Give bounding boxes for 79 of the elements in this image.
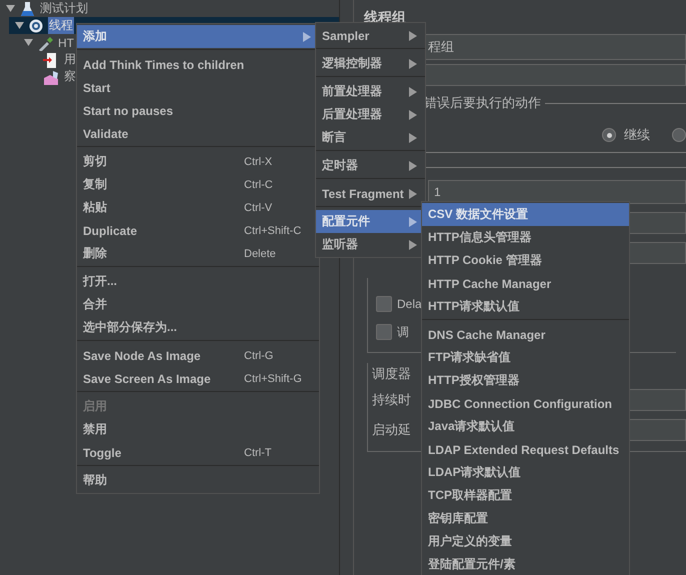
menu-item[interactable]: 密钥库配置 (422, 507, 629, 530)
shortcut-text: Ctrl-V (244, 202, 272, 214)
menu-item[interactable]: 剪切 Ctrl-X (77, 150, 319, 173)
menu-item[interactable]: 打开... (77, 270, 319, 293)
checkbox[interactable] (376, 296, 392, 312)
submenu-arrow-icon (409, 240, 417, 250)
menu-item[interactable]: CSV 数据文件设置 (422, 203, 629, 226)
group-title: 调度器 (372, 365, 411, 383)
menu-item[interactable]: FTP请求缺省值 (422, 346, 629, 369)
menu-item[interactable]: TCP取样器配置 (422, 484, 629, 507)
menu-item[interactable]: 粘贴 Ctrl-V (77, 196, 319, 219)
flask-icon (19, 0, 35, 16)
menu-item[interactable]: HTTP授权管理器 (422, 369, 629, 392)
menu-item[interactable]: 删除 Delete (77, 242, 319, 265)
menu-item[interactable]: HTTP Cache Manager (422, 272, 629, 295)
shortcut-text: Ctrl-X (244, 156, 272, 168)
tree-item[interactable]: HT (57, 36, 75, 50)
submenu-arrow-icon (409, 86, 417, 96)
menu-item[interactable]: LDAP Extended Request Defaults (422, 438, 629, 461)
radio-button[interactable] (602, 128, 616, 142)
dropper-icon (37, 34, 53, 50)
shortcut-text: Ctrl-G (244, 350, 274, 362)
checkbox-label: 调 (397, 324, 409, 340)
menu-item[interactable]: Add Think Times to children (77, 53, 319, 76)
menu-item[interactable]: Start no pauses (77, 99, 319, 122)
menu-item[interactable]: LDAP请求默认值 (422, 461, 629, 484)
menu-item[interactable]: HTTP信息头管理器 (422, 226, 629, 249)
tree-item[interactable]: 测试计划 (39, 0, 89, 17)
menu-item[interactable]: 定时器 (316, 154, 425, 177)
menu-item[interactable]: 禁用 (77, 418, 319, 441)
menu-item[interactable]: 后置处理器 (316, 103, 425, 126)
checkbox-label: Dela (397, 297, 422, 311)
shortcut-text: Delete (244, 248, 276, 260)
checkbox[interactable] (376, 324, 392, 340)
menu-item[interactable]: Save Node As Image Ctrl-G (77, 344, 319, 367)
tree-item[interactable]: 线程 (48, 17, 74, 34)
submenu-arrow-icon (409, 58, 417, 68)
menu-item[interactable]: Sampler (316, 24, 425, 47)
tree-item[interactable]: 察 (63, 68, 77, 85)
submenu-arrow-icon (409, 110, 417, 120)
gear-icon (28, 18, 44, 34)
radio-label: 继续 (624, 126, 651, 144)
field-label: 持续时 (372, 391, 412, 409)
shortcut-text: Ctrl-C (244, 178, 273, 190)
submenu-arrow-icon (409, 188, 417, 198)
menu-item[interactable]: Save Screen As Image Ctrl+Shift-G (77, 367, 319, 390)
menu-item[interactable]: HTTP请求默认值 (422, 295, 629, 318)
submenu-arrow-icon (303, 32, 311, 42)
menu-item[interactable]: Validate (77, 122, 319, 145)
menu-item[interactable]: 登陆配置元件/素 (422, 553, 629, 575)
shortcut-text: Ctrl-T (244, 446, 272, 458)
menu-item[interactable]: JDBC Connection Configuration (422, 392, 629, 415)
menu-item[interactable]: DNS Cache Manager (422, 323, 629, 346)
menu-item[interactable]: 合并 (77, 293, 319, 316)
menu-item[interactable]: 断言 (316, 126, 425, 149)
menu-item[interactable]: 逻辑控制器 (316, 52, 425, 75)
menu-item[interactable]: Java请求默认值 (422, 415, 629, 438)
submenu-arrow-icon (409, 30, 417, 40)
menu-item[interactable]: 复制 Ctrl-C (77, 173, 319, 196)
menu-item[interactable]: Duplicate Ctrl+Shift-C (77, 219, 319, 242)
menu-item[interactable]: Test Fragment (316, 182, 425, 205)
menu-item[interactable]: 前置处理器 (316, 80, 425, 103)
radio-button[interactable] (672, 128, 686, 142)
document-icon (43, 52, 59, 68)
thread-count-field[interactable]: 1 (428, 180, 686, 204)
submenu-arrow-icon (409, 160, 417, 170)
menu-item[interactable]: HTTP Cookie 管理器 (422, 249, 629, 272)
tree-item[interactable]: 用 (63, 51, 77, 68)
menu-item[interactable]: 用户定义的变量 (422, 530, 629, 553)
shortcut-text: Ctrl+Shift-G (244, 372, 302, 384)
submenu-arrow-icon (409, 132, 417, 142)
chart-icon (43, 68, 59, 84)
submenu-arrow-icon (409, 216, 417, 226)
menu-item[interactable]: Start (77, 76, 319, 99)
menu-item[interactable]: 帮助 (77, 469, 319, 492)
menu-item[interactable]: 监听器 (316, 233, 425, 256)
shortcut-text: Ctrl+Shift-C (244, 224, 302, 236)
menu-item[interactable]: Toggle Ctrl-T (77, 441, 319, 464)
menu-item[interactable]: 选中部分保存为... (77, 316, 319, 339)
